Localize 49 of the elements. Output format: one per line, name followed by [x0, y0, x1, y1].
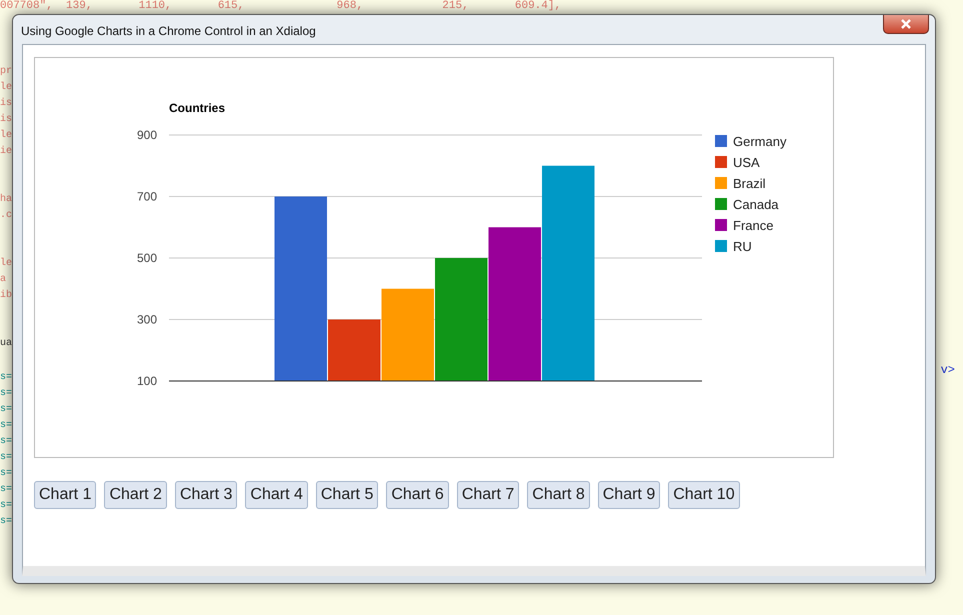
chart-button[interactable]: Chart 10	[668, 481, 740, 509]
code-text: le	[0, 128, 12, 143]
legend-label: Canada	[733, 197, 779, 212]
close-icon	[901, 19, 911, 29]
code-text: s=	[0, 387, 12, 401]
legend-label: USA	[733, 155, 760, 170]
chart-button[interactable]: Chart 6	[386, 481, 449, 509]
legend-label: Germany	[733, 134, 786, 149]
chart-button[interactable]: Chart 3	[174, 481, 238, 509]
chart-button[interactable]: Chart 7	[456, 481, 520, 509]
code-text: ib	[0, 288, 12, 303]
code-text: s=	[0, 467, 12, 481]
axis-label: 700	[136, 190, 157, 204]
code-text: s=	[0, 499, 12, 513]
code-text: v>	[940, 362, 955, 378]
axis-label: 900	[136, 128, 157, 142]
code-text: le	[0, 256, 12, 271]
code-text: is	[0, 96, 12, 111]
code-text: s=	[0, 515, 12, 529]
legend-label: RU	[733, 239, 752, 254]
chart-button[interactable]: Chart 1	[34, 481, 96, 509]
code-text: .c	[0, 209, 12, 223]
window-title: Using Google Charts in a Chrome Control in an Xdialog	[21, 23, 316, 39]
legend-label: Brazil	[733, 176, 766, 191]
chart-button[interactable]: Chart 4	[245, 481, 308, 509]
code-text: pr	[0, 65, 12, 79]
axis-label: 500	[136, 251, 157, 265]
chart-button[interactable]: Chart 9	[598, 481, 660, 509]
close-button[interactable]	[883, 15, 929, 34]
code-text: 007708", 139, 1110, 615, 968, 215, 609.4],	[0, 0, 562, 13]
code-text: le	[0, 80, 12, 95]
code-text: s=	[0, 483, 12, 497]
axis-label: 300	[136, 312, 157, 326]
chart-button[interactable]: Chart 8	[527, 481, 590, 509]
code-text: is	[0, 112, 12, 127]
code-text: a	[0, 273, 8, 287]
axis-label: 100	[136, 374, 157, 388]
code-text: s=	[0, 419, 12, 433]
code-text: s=	[0, 451, 12, 465]
code-text: s=	[0, 371, 12, 385]
code-text: ua	[0, 337, 12, 351]
code-text: ie	[0, 144, 12, 159]
code-text: s=	[0, 403, 12, 417]
chart-title: Countries	[169, 101, 226, 115]
code-text: ha	[0, 192, 12, 207]
chart-button[interactable]: Chart 5	[316, 481, 378, 509]
chart-button[interactable]: Chart 2	[104, 481, 167, 509]
legend-label: France	[733, 218, 774, 233]
code-text: s=	[0, 435, 12, 449]
